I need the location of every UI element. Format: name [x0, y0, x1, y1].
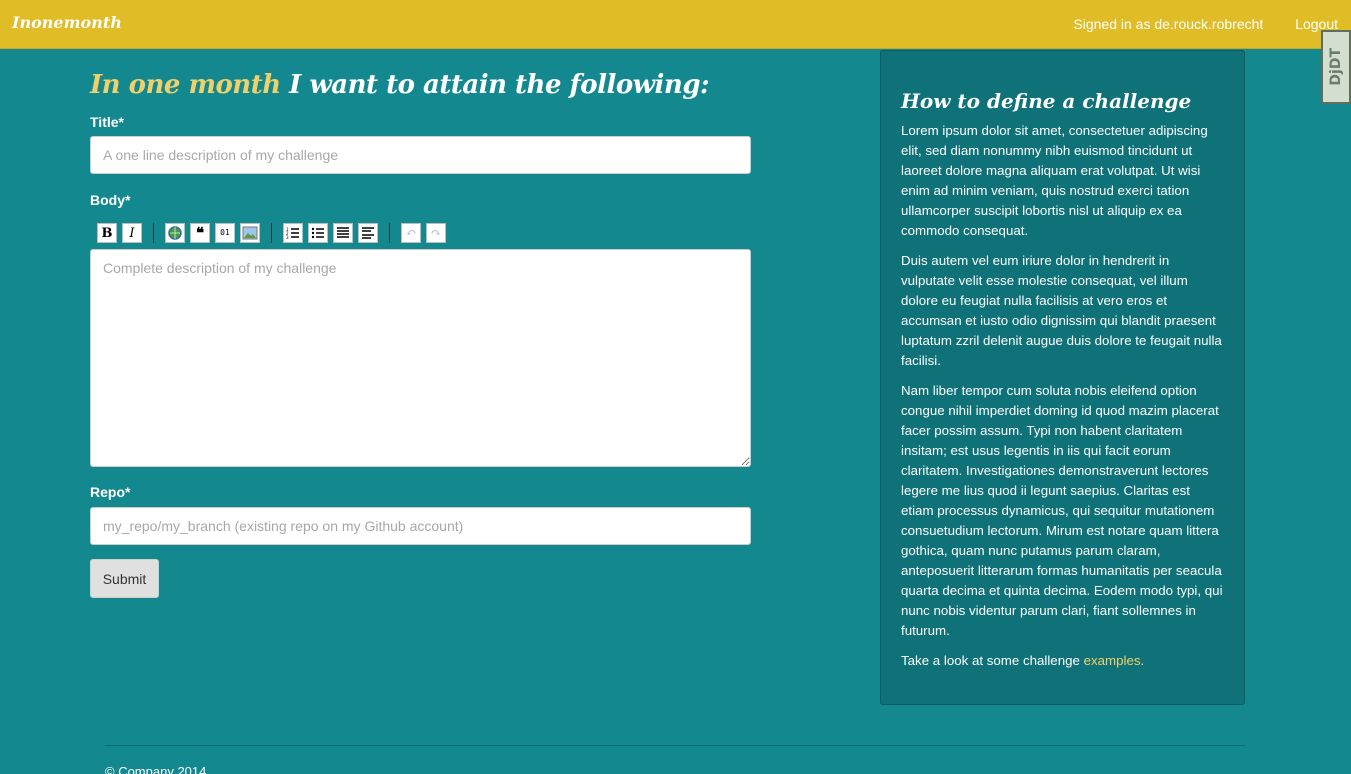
title-input[interactable] — [90, 136, 751, 174]
toolbar-divider — [271, 223, 272, 243]
title-rest: I want to attain the following: — [280, 70, 710, 100]
nav-right: Signed in as de.rouck.robrecht Logout — [1073, 16, 1338, 32]
image-icon — [242, 226, 258, 240]
svg-text:3: 3 — [286, 235, 289, 240]
help-panel: How to define a challenge Lorem ipsum do… — [880, 50, 1245, 705]
examples-link[interactable]: examples — [1084, 653, 1141, 668]
ordered-list-icon: 123 — [286, 227, 299, 240]
debug-toolbar-label: DjDT — [1328, 48, 1344, 86]
image-button[interactable] — [240, 223, 260, 243]
redo-button[interactable]: ↷ — [426, 223, 446, 243]
link-button[interactable] — [165, 223, 185, 243]
heading-button[interactable] — [333, 223, 353, 243]
repo-label: Repo* — [90, 484, 131, 500]
brand-logo[interactable]: Inonemonth — [12, 13, 122, 32]
title-label: Title* — [90, 114, 124, 130]
horizontal-rule-icon — [362, 227, 374, 239]
title-highlight: In one month — [90, 70, 281, 100]
italic-button[interactable]: I — [122, 223, 142, 243]
help-paragraph-3: Nam liber tempor cum soluta nobis eleife… — [901, 383, 1223, 638]
help-paragraph-1: Lorem ipsum dolor sit amet, consectetuer… — [901, 123, 1208, 238]
examples-prefix: Take a look at some challenge — [901, 653, 1084, 668]
heading-icon — [337, 227, 349, 238]
quote-button[interactable]: ❝ — [190, 223, 210, 243]
repo-input[interactable] — [90, 507, 751, 545]
editor-toolbar: B I ❝ 01 123 ↶ ↷ — [90, 222, 751, 244]
toolbar-divider — [389, 223, 390, 243]
bullet-list-button[interactable] — [308, 223, 328, 243]
challenge-form: In one month I want to attain the follow… — [90, 68, 751, 598]
body-label: Body* — [90, 192, 131, 208]
debug-toolbar-handle[interactable]: DjDT — [1321, 30, 1351, 104]
help-title: How to define a challenge — [901, 89, 1192, 113]
body-textarea[interactable] — [90, 249, 751, 467]
signed-in-text: Signed in as de.rouck.robrecht — [1073, 16, 1264, 32]
hr-button[interactable] — [358, 223, 378, 243]
examples-suffix: . — [1140, 653, 1145, 668]
ordered-list-button[interactable]: 123 — [283, 223, 303, 243]
bold-button[interactable]: B — [97, 223, 117, 243]
undo-button[interactable]: ↶ — [401, 223, 421, 243]
help-paragraph-4: Take a look at some challenge examples. — [901, 651, 1224, 671]
navbar: Inonemonth Signed in as de.rouck.robrech… — [0, 0, 1351, 49]
submit-button[interactable]: Submit — [90, 559, 159, 598]
footer-copyright: © Company 2014 — [105, 764, 207, 774]
globe-link-icon — [168, 226, 182, 240]
toolbar-divider — [153, 223, 154, 243]
bullet-list-icon — [311, 227, 324, 239]
help-paragraph-2: Duis autem vel eum iriure dolor in hendr… — [901, 253, 1222, 368]
code-button[interactable]: 01 — [215, 223, 235, 243]
footer-divider — [105, 745, 1245, 746]
page-title: In one month I want to attain the follow… — [90, 68, 751, 102]
